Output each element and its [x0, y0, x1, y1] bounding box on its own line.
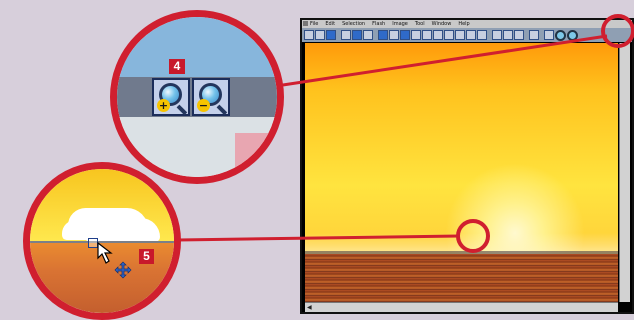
move-cursor-icon: [114, 261, 132, 279]
image-canvas[interactable]: [305, 43, 618, 302]
toolbar-button[interactable]: [544, 30, 554, 40]
toolbar-button[interactable]: [466, 30, 476, 40]
step-badge-5: 5: [139, 249, 154, 264]
toolbar-button[interactable]: [389, 30, 399, 40]
toolbar-button[interactable]: [378, 30, 388, 40]
image-editor-window: File Edit Selection Flash Image Tool Win…: [300, 18, 634, 314]
toolbar-button[interactable]: [315, 30, 325, 40]
zoom-in-icon[interactable]: [555, 29, 566, 41]
zoom-in-icon-handle: [176, 104, 188, 116]
callout-zoom-buttons: 4 + −: [110, 10, 284, 184]
callout-marker-canvas: [456, 219, 490, 253]
zoom-in-button[interactable]: +: [152, 78, 190, 116]
toolbar-button[interactable]: [492, 30, 502, 40]
toolbar-button[interactable]: [326, 30, 336, 40]
callout-sky: [117, 17, 277, 77]
step-badge-4: 4: [169, 59, 185, 74]
system-menu-icon[interactable]: [303, 21, 308, 26]
menu-tool[interactable]: Tool: [415, 20, 425, 28]
zoom-out-icon-handle: [216, 104, 228, 116]
toolbar-button[interactable]: [411, 30, 421, 40]
menu-image[interactable]: Image: [392, 20, 408, 28]
callout-marker-toolbar: [601, 14, 634, 48]
cloud-shape: [68, 208, 148, 236]
vertical-scrollbar[interactable]: [619, 43, 630, 302]
zoom-out-icon[interactable]: [567, 29, 578, 41]
menu-selection[interactable]: Selection: [342, 20, 365, 28]
toolbar-button[interactable]: [503, 30, 513, 40]
minus-icon: −: [197, 99, 210, 112]
menu-flash[interactable]: Flash: [372, 20, 385, 28]
toolbar-button[interactable]: [363, 30, 373, 40]
toolbar-button[interactable]: [455, 30, 465, 40]
toolbar-button[interactable]: [433, 30, 443, 40]
toolbar-button[interactable]: [352, 30, 362, 40]
horizontal-scrollbar[interactable]: ◀: [305, 302, 618, 312]
callout-pink-panel: [235, 133, 277, 173]
toolbar-button[interactable]: [422, 30, 432, 40]
toolbar-button[interactable]: [529, 30, 539, 40]
toolbar: [302, 28, 632, 42]
menu-bar: File Edit Selection Flash Image Tool Win…: [302, 20, 632, 28]
sea-area: [305, 254, 618, 302]
toolbar-button[interactable]: [400, 30, 410, 40]
menu-help[interactable]: Help: [458, 20, 469, 28]
scroll-left-arrow-icon[interactable]: ◀: [307, 304, 312, 311]
toolbar-button[interactable]: [444, 30, 454, 40]
toolbar-button[interactable]: [304, 30, 314, 40]
toolbar-button[interactable]: [341, 30, 351, 40]
toolbar-button[interactable]: [477, 30, 487, 40]
zoom-out-button[interactable]: −: [192, 78, 230, 116]
menu-edit[interactable]: Edit: [325, 20, 335, 28]
toolbar-button[interactable]: [514, 30, 524, 40]
menu-window[interactable]: Window: [432, 20, 452, 28]
menu-file[interactable]: File: [310, 20, 318, 28]
callout-cursor-detail: 5: [23, 162, 181, 320]
plus-icon: +: [157, 99, 170, 112]
